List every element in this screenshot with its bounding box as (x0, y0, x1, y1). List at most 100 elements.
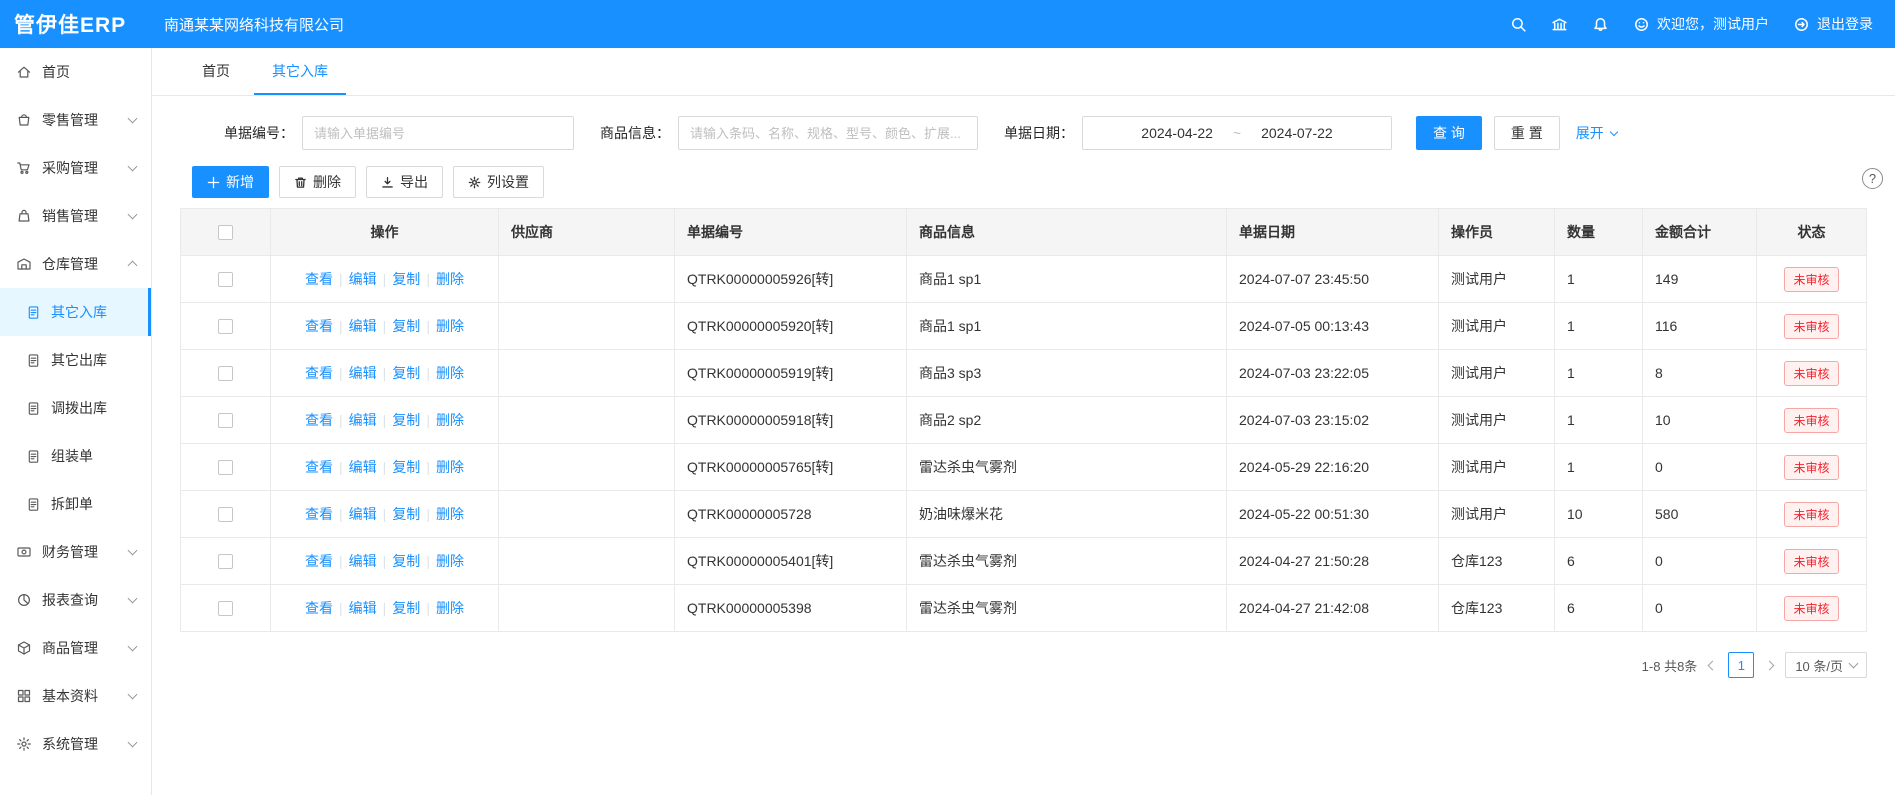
next-page-button[interactable] (1765, 660, 1775, 670)
sidebar-item-disassembly[interactable]: 拆卸单 (0, 480, 151, 528)
date-start[interactable]: 2024-04-22 (1141, 125, 1213, 141)
copy-link[interactable]: 复制 (392, 600, 420, 616)
view-link[interactable]: 查看 (305, 553, 333, 569)
view-link[interactable]: 查看 (305, 412, 333, 428)
export-button[interactable]: 导出 (366, 166, 443, 198)
view-link[interactable]: 查看 (305, 600, 333, 616)
page-number-current[interactable]: 1 (1728, 652, 1754, 678)
bill-no-label: 单据编号： (224, 123, 294, 143)
sidebar-item-sales[interactable]: 销售管理 (0, 192, 151, 240)
sidebar-item-home[interactable]: 首页 (0, 48, 151, 96)
edit-link[interactable]: 编辑 (349, 459, 377, 475)
sidebar-item-other-inbound[interactable]: 其它入库 (0, 288, 151, 336)
row-checkbox[interactable] (218, 460, 233, 475)
row-actions-cell: 查看|编辑|复制|删除 (271, 303, 499, 350)
view-link[interactable]: 查看 (305, 506, 333, 522)
edit-link[interactable]: 编辑 (349, 412, 377, 428)
copy-link[interactable]: 复制 (392, 553, 420, 569)
sidebar-item-reports[interactable]: 报表查询 (0, 576, 151, 624)
edit-link[interactable]: 编辑 (349, 600, 377, 616)
expand-link[interactable]: 展开 (1576, 123, 1617, 143)
bell-icon[interactable] (1592, 16, 1609, 33)
trash-icon (294, 176, 307, 189)
delete-link[interactable]: 删除 (436, 600, 464, 616)
sidebar-item-system[interactable]: 系统管理 (0, 720, 151, 768)
sidebar-item-other-outbound[interactable]: 其它出库 (0, 336, 151, 384)
sidebar-item-basic-data[interactable]: 基本资料 (0, 672, 151, 720)
chevron-down-icon (128, 546, 138, 556)
row-checkbox[interactable] (218, 366, 233, 381)
sidebar-item-purchase[interactable]: 采购管理 (0, 144, 151, 192)
edit-link[interactable]: 编辑 (349, 318, 377, 334)
column-settings-button[interactable]: 列设置 (453, 166, 544, 198)
bill-no-input[interactable] (302, 116, 574, 150)
reset-button[interactable]: 重 置 (1494, 116, 1560, 150)
select-all-checkbox[interactable] (218, 225, 233, 240)
bill-no-cell: QTRK00000005926[转] (675, 256, 907, 303)
row-checkbox[interactable] (218, 272, 233, 287)
tab-home[interactable]: 首页 (184, 48, 248, 95)
amount-cell: 116 (1643, 303, 1757, 350)
warehouse-icon (16, 256, 32, 272)
search-button[interactable]: 查 询 (1416, 116, 1482, 150)
edit-link[interactable]: 编辑 (349, 506, 377, 522)
sidebar-item-warehouse[interactable]: 仓库管理 (0, 240, 151, 288)
copy-link[interactable]: 复制 (392, 365, 420, 381)
view-link[interactable]: 查看 (305, 459, 333, 475)
row-checkbox[interactable] (218, 554, 233, 569)
delete-link[interactable]: 删除 (436, 271, 464, 287)
sidebar-item-finance[interactable]: 财务管理 (0, 528, 151, 576)
page-size-select[interactable]: 10 条/页 (1785, 652, 1867, 678)
view-link[interactable]: 查看 (305, 271, 333, 287)
edit-link[interactable]: 编辑 (349, 553, 377, 569)
logout-button[interactable]: 退出登录 (1793, 14, 1873, 34)
view-link[interactable]: 查看 (305, 318, 333, 334)
document-icon (26, 305, 41, 320)
search-icon[interactable] (1510, 16, 1527, 33)
delete-link[interactable]: 删除 (436, 412, 464, 428)
user-welcome[interactable]: 欢迎您，测试用户 (1633, 14, 1769, 34)
qty-cell: 6 (1555, 538, 1643, 585)
goods-info-input[interactable] (678, 116, 978, 150)
copy-link[interactable]: 复制 (392, 412, 420, 428)
copy-link[interactable]: 复制 (392, 506, 420, 522)
view-link[interactable]: 查看 (305, 365, 333, 381)
tab-other-inbound[interactable]: 其它入库 (254, 48, 346, 95)
operator-cell: 测试用户 (1439, 350, 1555, 397)
user-smile-icon (1633, 16, 1650, 33)
copy-link[interactable]: 复制 (392, 318, 420, 334)
row-checkbox[interactable] (218, 601, 233, 616)
row-checkbox[interactable] (218, 413, 233, 428)
delete-link[interactable]: 删除 (436, 459, 464, 475)
delete-link[interactable]: 删除 (436, 318, 464, 334)
sidebar-item-transfer-outbound[interactable]: 调拨出库 (0, 384, 151, 432)
delete-link[interactable]: 删除 (436, 365, 464, 381)
row-checkbox[interactable] (218, 507, 233, 522)
sidebar-item-label: 零售管理 (42, 110, 98, 130)
prev-page-button[interactable] (1708, 660, 1718, 670)
edit-link[interactable]: 编辑 (349, 271, 377, 287)
date-end[interactable]: 2024-07-22 (1261, 125, 1333, 141)
delete-link[interactable]: 删除 (436, 553, 464, 569)
retail-icon (16, 112, 32, 128)
copy-link[interactable]: 复制 (392, 271, 420, 287)
delete-link[interactable]: 删除 (436, 506, 464, 522)
delete-button[interactable]: 删除 (279, 166, 356, 198)
sidebar-item-label: 拆卸单 (51, 494, 93, 514)
help-button[interactable]: ? (1862, 168, 1883, 189)
operator-cell: 测试用户 (1439, 491, 1555, 538)
row-actions-cell: 查看|编辑|复制|删除 (271, 350, 499, 397)
bank-icon[interactable] (1551, 16, 1568, 33)
copy-link[interactable]: 复制 (392, 459, 420, 475)
edit-link[interactable]: 编辑 (349, 365, 377, 381)
sidebar-item-assembly[interactable]: 组装单 (0, 432, 151, 480)
sidebar-item-goods[interactable]: 商品管理 (0, 624, 151, 672)
operator-cell: 测试用户 (1439, 303, 1555, 350)
add-button[interactable]: 新增 (192, 166, 269, 198)
date-range-picker[interactable]: 2024-04-22 ~ 2024-07-22 (1082, 116, 1392, 150)
row-checkbox[interactable] (218, 319, 233, 334)
row-actions-cell: 查看|编辑|复制|删除 (271, 538, 499, 585)
cube-icon (16, 640, 32, 656)
sidebar-item-retail[interactable]: 零售管理 (0, 96, 151, 144)
sidebar: 首页 零售管理 采购管理 销售管理 仓库管理 其它入库 其它出库 调拨出库 组装… (0, 48, 152, 795)
